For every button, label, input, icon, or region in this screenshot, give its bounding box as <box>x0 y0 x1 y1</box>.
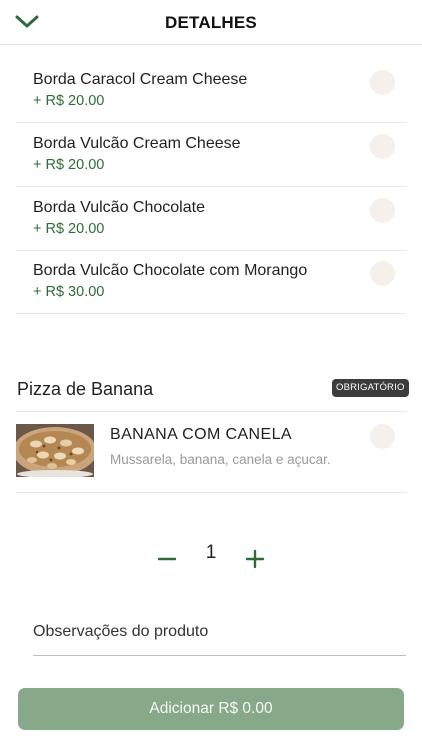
option-name: Borda Caracol Cream Cheese <box>33 71 248 88</box>
option-radio[interactable] <box>370 134 395 159</box>
option-price: + R$ 20.00 <box>33 221 105 237</box>
option-radio[interactable] <box>370 70 395 95</box>
section-title: Pizza de Banana <box>17 379 154 399</box>
decrease-quantity-button[interactable] <box>154 546 180 572</box>
product-description: Mussarela, banana, canela e açucar. <box>110 452 331 467</box>
header-bar: DETALHES <box>0 0 422 45</box>
option-name: Borda Vulcão Chocolate com Morango <box>33 262 308 279</box>
option-price: + R$ 20.00 <box>33 157 105 173</box>
product-name: BANANA COM CANELA <box>110 426 292 443</box>
add-to-cart-button[interactable]: Adicionar R$ 0.00 <box>18 688 404 730</box>
page-title: DETALHES <box>165 13 257 32</box>
option-row[interactable]: Borda Vulcão Chocolate + R$ 20.00 <box>16 187 406 251</box>
product-option-row[interactable]: BANANA COM CANELA Mussarela, banana, can… <box>16 411 406 493</box>
product-radio[interactable] <box>370 424 395 449</box>
pizza-image <box>16 424 94 477</box>
quantity-value: 1 <box>205 542 217 563</box>
plus-icon <box>245 549 265 569</box>
notes-input[interactable]: Observações do produto <box>33 623 208 641</box>
option-price: + R$ 30.00 <box>33 284 105 300</box>
option-name: Borda Vulcão Cream Cheese <box>33 135 241 152</box>
option-row[interactable]: Borda Vulcão Chocolate com Morango + R$ … <box>16 250 406 314</box>
option-name: Borda Vulcão Chocolate <box>33 199 205 216</box>
option-radio[interactable] <box>370 198 395 223</box>
minus-icon <box>157 557 177 561</box>
option-price: + R$ 20.00 <box>33 93 105 109</box>
notes-underline <box>33 655 406 656</box>
option-row[interactable]: Borda Vulcão Cream Cheese + R$ 20.00 <box>16 123 406 187</box>
required-badge: OBRIGATÓRIO <box>332 379 409 397</box>
option-row[interactable]: Borda Caracol Cream Cheese + R$ 20.00 <box>16 59 406 123</box>
increase-quantity-button[interactable] <box>242 546 268 572</box>
option-radio[interactable] <box>370 261 395 286</box>
